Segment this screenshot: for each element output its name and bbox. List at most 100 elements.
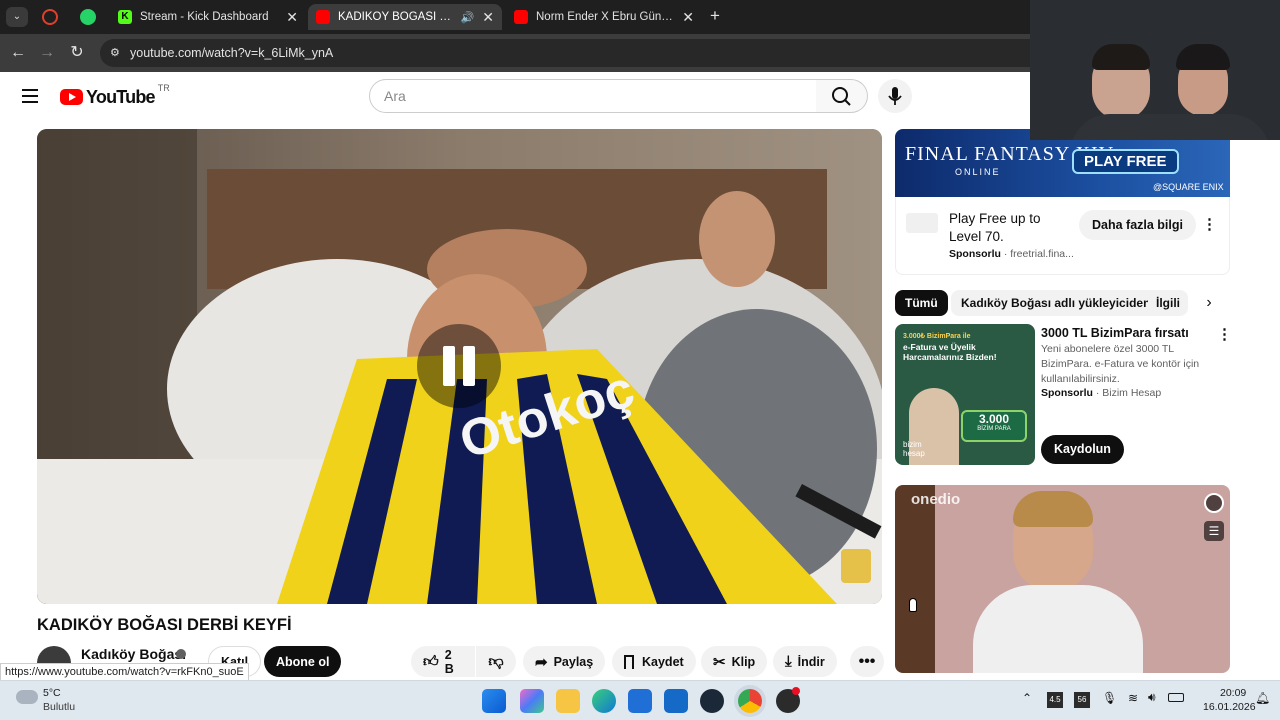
ad-sponsored-line: Sponsorlu · freetrial.fina... bbox=[949, 248, 1074, 260]
promo-badge-sub: BİZİM PARA bbox=[977, 426, 1011, 432]
next-video-brand: onedio bbox=[911, 491, 961, 508]
copilot-icon[interactable] bbox=[520, 689, 544, 713]
share-button[interactable]: ➦ Paylaş bbox=[523, 646, 606, 677]
dislike-button[interactable]: 👎︎ bbox=[476, 646, 516, 677]
add-to-queue-icon[interactable]: ☰ bbox=[1204, 521, 1224, 541]
notification-icon[interactable]: 🔔︎ bbox=[1255, 691, 1270, 705]
more-actions-button[interactable]: ••• bbox=[850, 646, 884, 677]
voice-search-button[interactable] bbox=[878, 79, 912, 113]
tab-title: Stream - Kick Dashboard bbox=[140, 11, 269, 23]
promo-sponsored: Sponsorlu bbox=[1041, 387, 1093, 399]
ad-learn-more-button[interactable]: Daha fazla bilgi bbox=[1079, 210, 1196, 240]
volume-icon[interactable]: 🔊︎ bbox=[1148, 690, 1156, 705]
reload-icon[interactable]: ↻ bbox=[66, 42, 88, 64]
youtube-play-logo-icon bbox=[60, 89, 83, 105]
promo-thumb-logo: bizim hesap bbox=[903, 440, 925, 458]
subscribe-button[interactable]: Abone ol bbox=[264, 646, 342, 677]
weather-icon[interactable] bbox=[16, 690, 38, 704]
chrome-icon[interactable] bbox=[738, 689, 762, 713]
whatsapp-icon[interactable] bbox=[80, 9, 96, 25]
promo-badge-value: 3.000 bbox=[978, 412, 1010, 426]
weather-desc: Bulutlu bbox=[43, 701, 76, 713]
show-hidden-icons[interactable]: ⌃ bbox=[1022, 691, 1032, 705]
scissors-icon: ✂ bbox=[713, 653, 726, 671]
youtube-favicon-icon bbox=[514, 10, 528, 24]
webcam-overlay bbox=[1030, 0, 1280, 140]
site-info-icon[interactable]: ⚙ bbox=[110, 39, 120, 67]
clock-date[interactable]: 16.01.2026 bbox=[1203, 701, 1256, 713]
tab-search-icon[interactable]: ⌄ bbox=[6, 7, 28, 27]
ad-sponsored: Sponsorlu bbox=[949, 248, 1001, 260]
start-icon[interactable] bbox=[482, 689, 506, 713]
close-tab-icon[interactable]: ✕ bbox=[286, 9, 298, 26]
search-button[interactable] bbox=[816, 79, 868, 113]
watch-later-icon[interactable] bbox=[1204, 493, 1224, 513]
ad-credit: @SQUARE ENIX bbox=[1153, 182, 1224, 192]
chip-related[interactable]: İlgili bbox=[1148, 290, 1188, 316]
microphone-icon[interactable]: 🎙︎ bbox=[1102, 691, 1117, 705]
outlook-icon[interactable] bbox=[664, 689, 688, 713]
clip-button[interactable]: ✂ Klip bbox=[701, 646, 768, 677]
tab-youtube-active[interactable]: KADIKÖY BOĞASI DERBİ KE 🔊 ✕ bbox=[308, 4, 502, 30]
pause-icon bbox=[443, 346, 455, 386]
video-player[interactable]: Otokoç bbox=[37, 129, 882, 604]
menu-icon[interactable] bbox=[22, 89, 38, 103]
tab-norm-ender[interactable]: Norm Ender X Ebru Gündeş - B ✕ bbox=[506, 4, 702, 30]
clock-time[interactable]: 20:09 bbox=[1220, 687, 1246, 699]
chip-all[interactable]: Tümü bbox=[895, 290, 948, 316]
search-input[interactable]: Ara bbox=[369, 79, 817, 113]
pause-button[interactable] bbox=[417, 324, 501, 408]
youtube-favicon-icon bbox=[316, 10, 330, 24]
edge-icon[interactable] bbox=[592, 689, 616, 713]
close-tab-icon[interactable]: ✕ bbox=[482, 9, 494, 26]
chips-next-icon[interactable]: › bbox=[1196, 290, 1222, 316]
youtube-wordmark: YouTube bbox=[86, 86, 156, 107]
channel-watermark-icon[interactable] bbox=[841, 549, 871, 583]
ad-headline: Play Free up to Level 70. bbox=[949, 211, 1041, 244]
download-label: İndir bbox=[797, 654, 825, 669]
like-button[interactable]: 👍︎ 2 B bbox=[411, 646, 475, 677]
forward-icon[interactable]: → bbox=[36, 42, 58, 64]
promo-title[interactable]: 3000 TL BizimPara fırsatı bbox=[1041, 326, 1189, 340]
tab-title: Norm Ender X Ebru Gündeş - B bbox=[536, 11, 675, 23]
webcam-person-left-hair bbox=[1092, 44, 1150, 70]
wifi-icon[interactable]: ≋ bbox=[1128, 691, 1138, 705]
more-vertical-icon[interactable]: ⋮ bbox=[1217, 325, 1232, 343]
tab-title: KADIKÖY BOĞASI DERBİ KE bbox=[338, 11, 455, 23]
promo-signup-button[interactable]: Kaydolun bbox=[1041, 435, 1124, 464]
channel-name[interactable]: Kadıköy Boğası bbox=[81, 646, 186, 662]
more-horizontal-icon: ••• bbox=[858, 652, 876, 670]
tray-badge-2[interactable]: 56 bbox=[1074, 692, 1090, 708]
microphone-icon bbox=[888, 87, 902, 105]
store-icon[interactable] bbox=[628, 689, 652, 713]
new-tab-button[interactable]: + bbox=[710, 6, 720, 26]
save-label: Kaydet bbox=[642, 654, 684, 669]
person-hair bbox=[1013, 491, 1093, 527]
share-icon: ➦ bbox=[535, 653, 548, 671]
more-vertical-icon[interactable]: ⋮ bbox=[1202, 215, 1217, 233]
file-explorer-icon[interactable] bbox=[556, 689, 580, 713]
weather-temp[interactable]: 5°C bbox=[43, 687, 61, 699]
save-button[interactable]: Kaydet bbox=[612, 646, 696, 677]
share-label: Paylaş bbox=[553, 654, 594, 669]
promo-thumb-line2: e-Fatura ve Üyelik Harcamalarınız Bizden… bbox=[903, 342, 997, 362]
download-button[interactable]: ⤓ İndir bbox=[773, 646, 837, 677]
clip-label: Klip bbox=[731, 654, 756, 669]
close-tab-icon[interactable]: ✕ bbox=[682, 9, 694, 26]
steam-icon[interactable] bbox=[700, 689, 724, 713]
promo-desc: Yeni abonelere özel 3000 TL BizimPara. e… bbox=[1041, 343, 1200, 385]
chip-from-uploader[interactable]: Kadıköy Boğası adlı yükleyiciden bbox=[951, 290, 1161, 316]
next-video-thumbnail[interactable]: onedio ☰ bbox=[895, 485, 1230, 673]
tray-badge-1[interactable]: 4.5 bbox=[1047, 692, 1063, 708]
back-icon[interactable]: ← bbox=[7, 42, 29, 64]
promo-thumb-line1: 3.000₺ BizimPara ile bbox=[903, 333, 971, 340]
promo-advertiser: Bizim Hesap bbox=[1102, 387, 1162, 399]
app-icon[interactable] bbox=[42, 9, 58, 25]
tab-kick-dashboard[interactable]: K Stream - Kick Dashboard ✕ bbox=[110, 4, 306, 30]
youtube-logo[interactable]: YouTube TR bbox=[60, 83, 170, 107]
ad-play-free: PLAY FREE bbox=[1072, 149, 1179, 174]
audio-playing-icon[interactable]: 🔊 bbox=[461, 11, 475, 24]
promo-thumbnail[interactable]: 3.000₺ BizimPara ile e-Fatura ve Üyelik … bbox=[895, 324, 1035, 465]
battery-icon[interactable] bbox=[1168, 693, 1184, 702]
search-icon bbox=[832, 87, 851, 106]
